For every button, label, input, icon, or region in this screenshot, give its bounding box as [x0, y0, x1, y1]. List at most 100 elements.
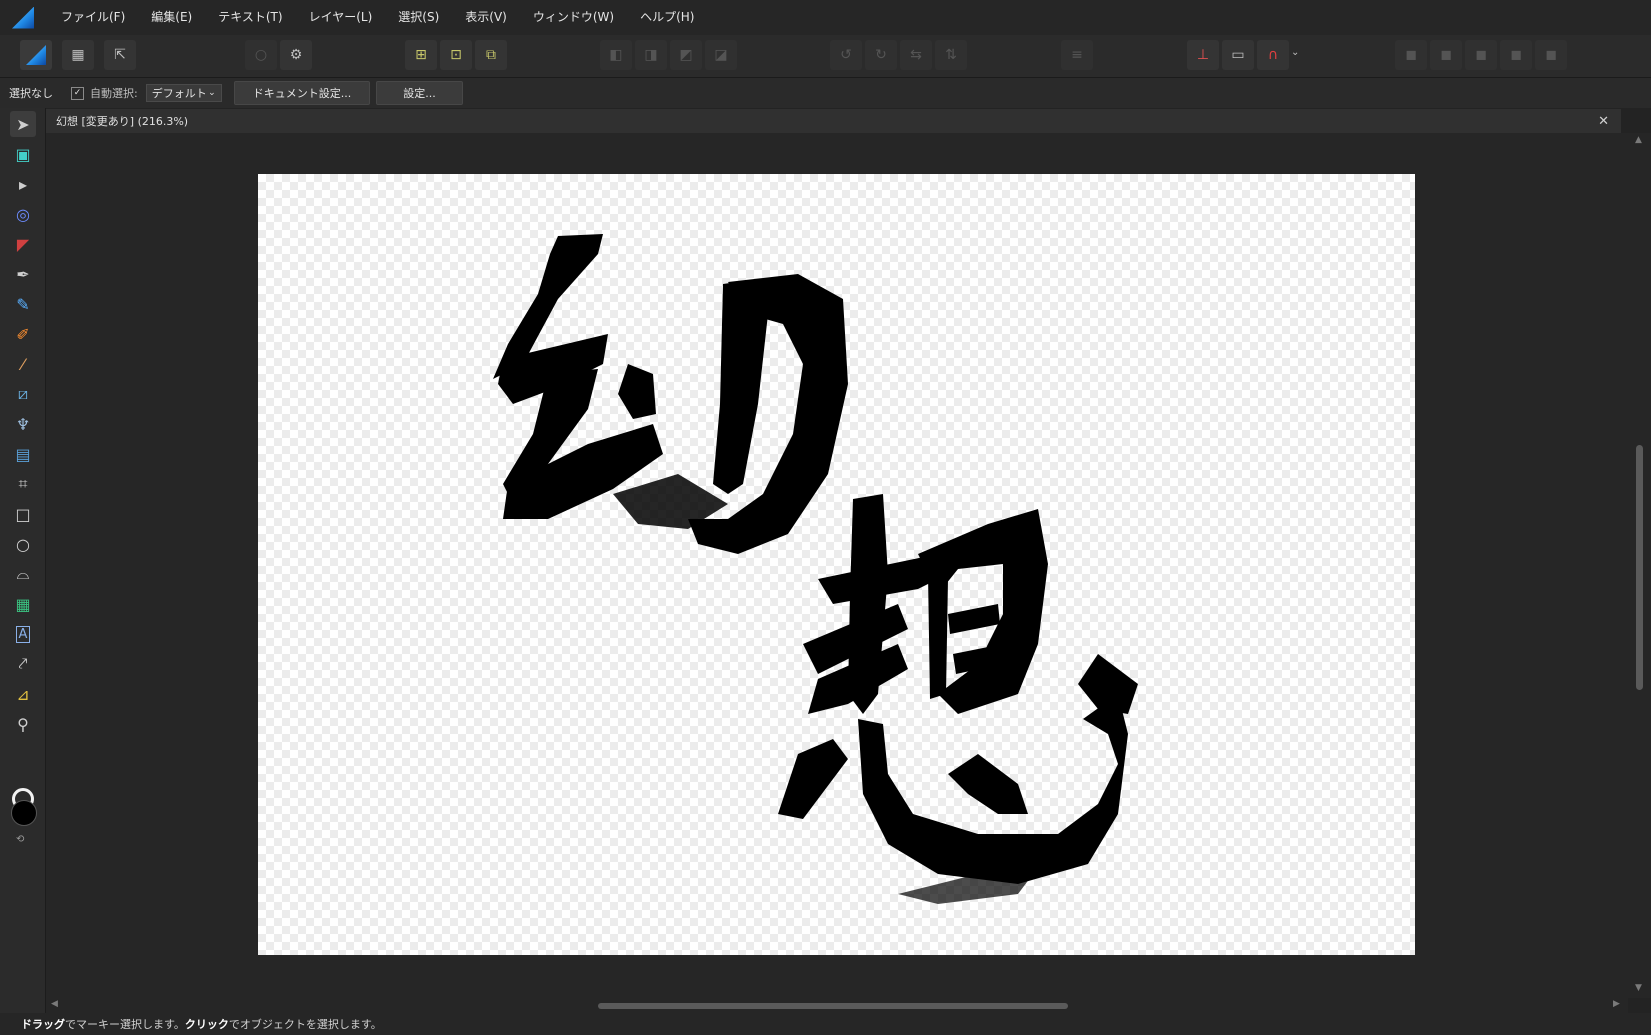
pixel-persona-button[interactable]: ▦ [62, 40, 94, 70]
gradient-icon: ⧄ [17, 384, 29, 403]
menu-file[interactable]: ファイル(F) [48, 0, 138, 35]
magnet-dropdown-icon[interactable]: ⌄ [1291, 47, 1299, 58]
check-icon: ✓ [73, 88, 82, 98]
auto-select-checkbox[interactable]: ✓ [71, 86, 84, 100]
corner-tool[interactable]: ◤ [10, 231, 36, 257]
rotate-left-button[interactable]: ↺ [830, 40, 862, 70]
fill-color-swatch[interactable] [11, 800, 37, 826]
vector-brush-tool[interactable]: ✐ [10, 321, 36, 347]
workspace[interactable] [46, 133, 1628, 998]
pen-tool[interactable]: ✒ [10, 261, 36, 287]
menu-view[interactable]: 表示(V) [452, 0, 520, 35]
zoom-tool[interactable]: ⚲ [10, 711, 36, 737]
point-transform-tool[interactable]: ◎ [10, 201, 36, 227]
boolean-divide-button[interactable]: ◼ [1535, 40, 1567, 70]
auto-select-value: デフォルト [151, 87, 207, 100]
magnifier-icon: ⚲ [17, 714, 29, 734]
boolean-xor-icon: ◼ [1510, 47, 1522, 63]
ellipse-tool[interactable]: ○ [10, 531, 36, 557]
magnet-button[interactable]: ∩ [1257, 40, 1289, 70]
document-canvas[interactable] [258, 174, 1415, 955]
rectangle-tool[interactable]: □ [10, 501, 36, 527]
status-drag-keyword: ドラッグ [21, 1018, 65, 1031]
pixel-grid-icon: ⊞ [415, 47, 427, 63]
auto-select-dropdown[interactable]: デフォルト ⌄ [145, 84, 222, 102]
scroll-up-icon[interactable]: ▲ [1635, 135, 1642, 145]
status-text-2: でオブジェクトを選択します。 [228, 1018, 382, 1031]
boolean-xor-button[interactable]: ◼ [1500, 40, 1532, 70]
document-tab[interactable]: 幻想 [変更あり] (216.3%) ✕ [46, 109, 1621, 133]
color-picker-tool[interactable]: ⤤ [10, 651, 36, 677]
settings-button[interactable]: ⚙ [280, 40, 312, 70]
move-tool[interactable]: ➤ [10, 111, 36, 137]
scroll-right-icon[interactable]: ▶ [1613, 999, 1620, 1009]
brush-icon: ✐ [16, 324, 30, 344]
pencil-icon: ✎ [16, 294, 30, 314]
pencil-tool[interactable]: ✎ [10, 291, 36, 317]
snap-pixel-button[interactable]: ⊞ [405, 40, 437, 70]
designer-persona-button[interactable] [20, 40, 52, 70]
menu-bar: ファイル(F) 編集(E) テキスト(T) レイヤー(L) 選択(S) 表示(V… [0, 0, 1651, 35]
flip-horizontal-icon: ⇆ [910, 47, 922, 63]
swap-colors-icon[interactable]: ⟲ [16, 834, 24, 845]
place-image-tool[interactable]: ♆ [10, 411, 36, 437]
arrange-back-icon: ◧ [609, 47, 623, 63]
crop-tool[interactable]: ⌗ [10, 471, 36, 497]
menu-window[interactable]: ウィンドウ(W) [520, 0, 627, 35]
scroll-down-icon[interactable]: ▼ [1635, 983, 1642, 993]
shape-tool[interactable]: ⌓ [10, 561, 36, 587]
glass-icon: ♆ [15, 414, 31, 434]
document-button[interactable]: ○ [245, 40, 277, 70]
rotate-right-button[interactable]: ↻ [865, 40, 897, 70]
rotate-left-icon: ↺ [840, 47, 852, 63]
artboard-tool[interactable]: ▣ [10, 141, 36, 167]
rectangle-icon: □ [15, 504, 31, 524]
arrange-forward-button[interactable]: ◩ [670, 40, 702, 70]
boolean-intersect-button[interactable]: ◼ [1465, 40, 1497, 70]
horizontal-scroll-thumb[interactable] [598, 1003, 1068, 1009]
grid-icon: ▦ [71, 47, 85, 63]
corner-icon: ◤ [16, 234, 30, 254]
magnet-icon: ∩ [1267, 47, 1279, 63]
vertical-scrollbar[interactable]: ▲ ▼ [1628, 133, 1651, 998]
menu-text[interactable]: テキスト(T) [205, 0, 295, 35]
view-mode-icon: ▭ [1231, 47, 1245, 63]
menu-help[interactable]: ヘルプ(H) [627, 0, 707, 35]
vertical-scroll-thumb[interactable] [1636, 445, 1643, 690]
horizontal-scrollbar[interactable]: ◀ ▶ [46, 998, 1628, 1013]
snap-bounds-button[interactable]: ⊡ [440, 40, 472, 70]
target-icon: ◎ [16, 204, 30, 224]
selection-status: 選択なし [9, 87, 53, 100]
settings-dialog-button[interactable]: 設定... [376, 81, 463, 105]
menu-edit[interactable]: 編集(E) [138, 0, 205, 35]
image-tool[interactable]: ▤ [10, 441, 36, 467]
measure-tool[interactable]: ⊿ [10, 681, 36, 707]
close-icon[interactable]: ✕ [1598, 114, 1609, 129]
boolean-add-button[interactable]: ◼ [1395, 40, 1427, 70]
calligraphy-artwork[interactable] [258, 174, 1415, 955]
menu-layer[interactable]: レイヤー(L) [296, 0, 386, 35]
artistic-text-tool[interactable]: A [10, 621, 36, 647]
color-well[interactable] [10, 788, 37, 828]
arrange-front-button[interactable]: ◪ [705, 40, 737, 70]
fill-tool[interactable]: ⁄ [10, 351, 36, 377]
frame-icon: ▦ [15, 594, 31, 614]
frame-text-tool[interactable]: ▦ [10, 591, 36, 617]
arrange-backward-button[interactable]: ◨ [635, 40, 667, 70]
text-a-icon: A [15, 625, 31, 643]
flip-vertical-button[interactable]: ⇅ [935, 40, 967, 70]
view-mode-button[interactable]: ▭ [1222, 40, 1254, 70]
scroll-left-icon[interactable]: ◀ [51, 999, 58, 1009]
boolean-add-icon: ◼ [1405, 47, 1417, 63]
export-persona-button[interactable]: ⇱ [104, 40, 136, 70]
snapping-toggle-button[interactable]: ⊥ [1187, 40, 1219, 70]
document-setup-button[interactable]: ドキュメント設定... [233, 81, 371, 105]
menu-select[interactable]: 選択(S) [385, 0, 452, 35]
arrange-back-button[interactable]: ◧ [600, 40, 632, 70]
flip-horizontal-button[interactable]: ⇆ [900, 40, 932, 70]
boolean-subtract-button[interactable]: ◼ [1430, 40, 1462, 70]
transparency-tool[interactable]: ⧄ [10, 381, 36, 407]
align-button[interactable]: ≡ [1061, 40, 1093, 70]
node-tool[interactable]: ▸ [10, 171, 36, 197]
snap-transform-button[interactable]: ⧉ [475, 40, 507, 70]
